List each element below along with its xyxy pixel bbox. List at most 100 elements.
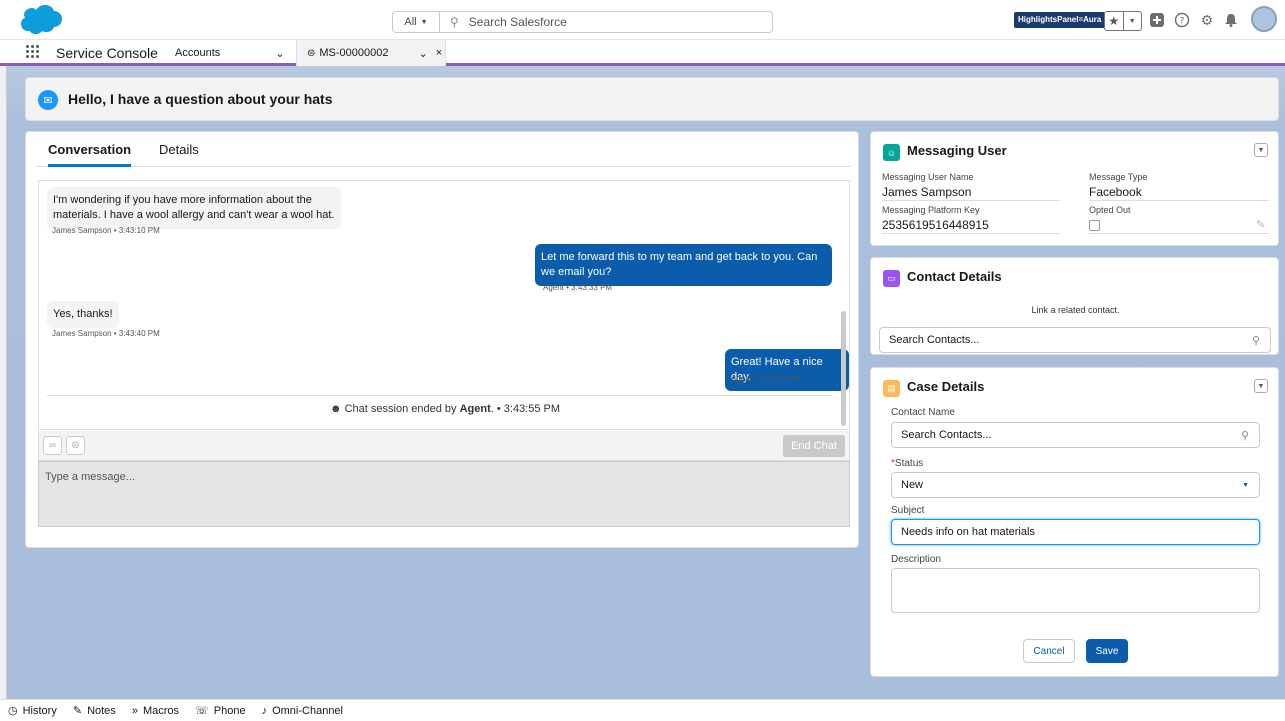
help-icon[interactable]: ? [1173, 11, 1191, 29]
messaging-user-icon: ☺ [883, 144, 900, 161]
utility-label: Phone [213, 704, 246, 717]
utility-label: Macros [142, 704, 179, 717]
app-launcher-icon[interactable] [26, 45, 40, 59]
contact-search-placeholder: Search Contacts... [889, 334, 980, 346]
subject-input[interactable]: Needs info on hat materials [891, 519, 1260, 545]
chat-ended-icon: ☻ [329, 403, 342, 415]
divider [882, 233, 1060, 234]
user-avatar[interactable] [1251, 6, 1277, 32]
card-title: Contact Details [907, 269, 1002, 284]
utility-label: History [22, 704, 57, 717]
salesforce-logo-icon[interactable] [18, 4, 62, 34]
chat-ended-notice: ☻ Chat session ended by Agent. • 3:43:55… [39, 403, 849, 415]
search-scope-dropdown[interactable]: All ▼ [393, 12, 440, 32]
chat-ended-prefix: Chat session ended by [344, 403, 460, 415]
utility-item-history[interactable]: ◷ History [8, 704, 57, 718]
edit-pencil-icon[interactable]: ✎ [1256, 218, 1265, 231]
messaging-user-name: James Sampson [882, 185, 972, 199]
utility-item-phone[interactable]: ☏ Phone [195, 704, 246, 718]
utility-bar: ◷ History ✎ Notes » Macros ☏ Phone ♪ Omn… [0, 699, 1285, 721]
message-meta: James Sampson • 3:43:40 PM [52, 329, 160, 338]
attach-link-icon[interactable]: ∞ [43, 436, 62, 455]
nav-tab-label: MS-00000002 [319, 47, 389, 59]
field-label: Messaging Platform Key [882, 205, 980, 215]
global-actions-icon[interactable] [1148, 11, 1166, 29]
search-scope-label: All [404, 16, 417, 28]
status-value: New [901, 479, 924, 491]
transcript-scrollbar[interactable] [841, 311, 846, 426]
star-icon[interactable]: ★ [1105, 12, 1124, 30]
opted-out-checkbox[interactable] [1089, 220, 1100, 231]
card-title: Case Details [907, 379, 985, 394]
message-bubble: I'm wondering if you have more informati… [47, 187, 341, 229]
nav-menu-chevron-icon[interactable]: ⌄ [265, 40, 295, 66]
case-contact-search-input[interactable]: Search Contacts... ⚲ [891, 422, 1260, 448]
card-title: Messaging User [907, 143, 1007, 158]
status-field-label: *Status [891, 458, 923, 469]
messenger-icon: ✉ [38, 90, 58, 110]
tab-details[interactable]: Details [159, 142, 199, 157]
divider [1089, 233, 1269, 234]
subject-value: Needs info on hat materials [901, 526, 1035, 538]
omni-channel-icon: ♪ [261, 704, 268, 717]
chevron-down-icon: ▼ [1242, 481, 1249, 489]
message-bubble: Let me forward this to my team and get b… [535, 244, 832, 286]
nav-tab-ms-00000002[interactable]: ⊜ MS-00000002 ⌄ × [296, 40, 446, 66]
case-contact-placeholder: Search Contacts... [901, 429, 992, 441]
message-meta: Agent • 3:43:33 PM [543, 283, 613, 292]
description-textarea[interactable] [891, 568, 1260, 613]
setup-gear-icon[interactable]: ⚙ [1198, 11, 1216, 29]
divider [882, 200, 1060, 201]
tab-dropdown-chevron-icon[interactable]: ⌄ [419, 47, 428, 60]
search-icon: ⚲ [1240, 429, 1249, 442]
divider [47, 395, 833, 396]
tab-conversation[interactable]: Conversation [48, 142, 132, 167]
search-input[interactable]: Search Salesforce [469, 15, 567, 29]
tab-close-icon[interactable]: × [436, 47, 442, 59]
compose-toolbar: ∞ ⊜ End Chat [38, 431, 850, 461]
save-button[interactable]: Save [1086, 639, 1128, 663]
notifications-bell-icon[interactable] [1222, 11, 1240, 29]
conversation-tabs: Conversation Details [36, 132, 851, 167]
case-icon: ▤ [883, 380, 900, 397]
svg-text:?: ? [1180, 17, 1185, 27]
search-icon: ⚲ [450, 15, 459, 29]
app-name: Service Console [56, 45, 158, 61]
nav-tab-accounts[interactable]: Accounts [165, 40, 265, 66]
field-label: Message Type [1089, 172, 1148, 182]
message-type: Facebook [1089, 185, 1142, 199]
divider [1089, 200, 1269, 201]
message-compose-input[interactable]: Type a message... [38, 461, 850, 527]
card-menu-dropdown-icon[interactable]: ▼ [1254, 379, 1268, 393]
favorites-dropdown-icon[interactable]: ▼ [1124, 12, 1142, 30]
end-chat-button[interactable]: End Chat [783, 435, 845, 457]
status-select[interactable]: New ▼ [891, 472, 1260, 498]
quick-text-icon[interactable]: ⊜ [66, 436, 85, 455]
clock-icon: ◷ [8, 705, 18, 717]
nav-tab-label: Accounts [175, 47, 221, 59]
contact-details-card: ▭ Contact Details Link a related contact… [870, 257, 1279, 355]
phone-icon: ☏ [195, 705, 209, 717]
global-search[interactable]: All ▼ ⚲ Search Salesforce [392, 11, 773, 33]
messaging-session-icon: ⊜ [307, 47, 316, 59]
card-menu-dropdown-icon[interactable]: ▼ [1254, 143, 1268, 157]
utility-item-notes[interactable]: ✎ Notes [72, 704, 116, 718]
page-title: Hello, I have a question about your hats [68, 91, 333, 107]
field-label: Subject [891, 505, 925, 516]
contact-search-input[interactable]: Search Contacts... ⚲ [879, 327, 1271, 353]
utility-item-omni-channel[interactable]: ♪ Omni-Channel [262, 705, 343, 717]
conversation-card: Conversation Details I'm wondering if yo… [25, 131, 859, 548]
global-header: All ▼ ⚲ Search Salesforce HighlightsPane… [0, 0, 1285, 40]
favorites-control[interactable]: ★ ▼ [1104, 11, 1142, 31]
field-label: Description [891, 554, 942, 565]
left-collapse-handle[interactable] [0, 66, 7, 699]
utility-item-macros[interactable]: » Macros [132, 705, 179, 717]
field-label: Messaging User Name [882, 172, 974, 182]
conversation-transcript: I'm wondering if you have more informati… [38, 180, 850, 430]
message-meta: James Sampson • 3:43:10 PM [52, 226, 160, 235]
console-navigation: Service Console Accounts ⌄ ⊜ MS-00000002… [0, 40, 1285, 66]
messaging-platform-key: 2535619516448915 [882, 218, 989, 232]
notes-icon: ✎ [72, 705, 83, 717]
cancel-button[interactable]: Cancel [1023, 639, 1075, 663]
contact-card-icon: ▭ [883, 270, 900, 287]
